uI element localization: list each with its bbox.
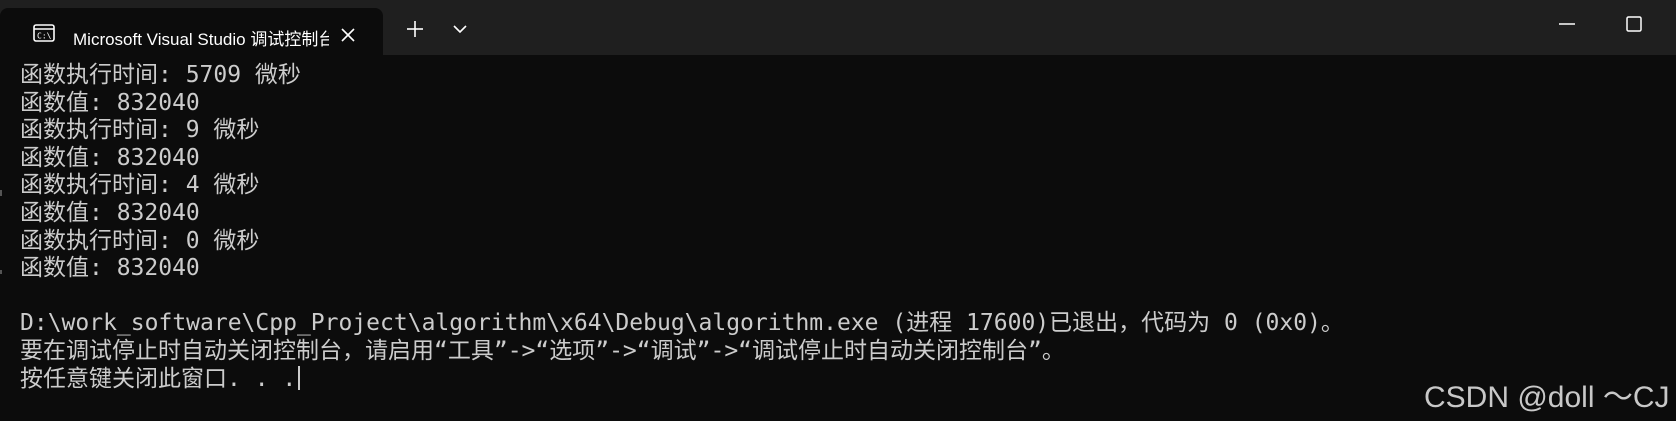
console-line: 函数值: 832040 [20, 144, 200, 171]
console-line: 要在调试停止时自动关闭控制台，请启用“工具”->“选项”->“调试”->“调试停… [20, 337, 1065, 364]
title-bar: C:\ Microsoft Visual Studio 调试控制台 [0, 0, 1676, 55]
console-line: 函数执行时间: 4 微秒 [20, 172, 260, 199]
maximize-icon[interactable] [1624, 14, 1644, 34]
console-output: 函数执行时间: 5709 微秒 函数值: 832040 函数执行时间: 9 微秒… [20, 62, 1670, 414]
watermark: CSDN @doll ～CJ [1424, 381, 1670, 414]
console-line: D:\work_software\Cpp_Project\algorithm\x… [20, 310, 1344, 337]
console-line: 函数执行时间: 0 微秒 [20, 227, 260, 254]
edge-divider [0, 190, 2, 196]
console-line: 函数值: 832040 [20, 89, 200, 116]
text-cursor [298, 365, 301, 390]
svg-text:C:\: C:\ [37, 32, 52, 41]
tab-title: Microsoft Visual Studio 调试控制台 [73, 30, 329, 49]
plus-icon[interactable] [404, 18, 426, 40]
console-icon: C:\ [33, 24, 55, 42]
console-line: 函数执行时间: 5709 微秒 [20, 62, 301, 88]
edge-divider [0, 270, 2, 274]
console-line: 函数值: 832040 [20, 199, 200, 226]
tab-debug-console[interactable]: C:\ Microsoft Visual Studio 调试控制台 [0, 8, 383, 55]
minimize-icon[interactable] [1556, 18, 1578, 30]
close-icon[interactable] [340, 27, 356, 43]
console-line: 函数执行时间: 9 微秒 [20, 117, 260, 144]
console-prompt-line: 按任意键关闭此窗口. . . [20, 365, 1670, 394]
chevron-down-icon[interactable] [452, 21, 468, 37]
console-line: 按任意键关闭此窗口. . . [20, 365, 297, 392]
console-line: 函数值: 832040 [20, 255, 200, 282]
